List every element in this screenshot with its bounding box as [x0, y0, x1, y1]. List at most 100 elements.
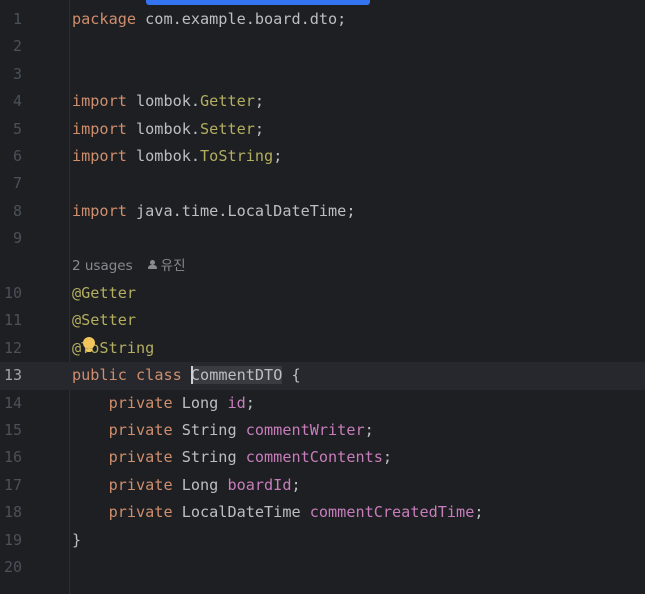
- code-token: private: [108, 448, 173, 467]
- line-number: 3: [12, 64, 22, 83]
- code-token: class: [136, 366, 182, 385]
- code-line[interactable]: 7: [0, 170, 645, 197]
- code-text[interactable]: package com.example.board.dto;: [72, 6, 346, 33]
- line-number: 12: [3, 338, 22, 357]
- code-text[interactable]: import lombok.Getter;: [72, 88, 264, 115]
- code-token: lombok.: [126, 119, 201, 138]
- code-line[interactable]: 14 private Long id;: [0, 390, 645, 417]
- line-number: 9: [12, 229, 22, 248]
- code-token: ;: [254, 92, 265, 111]
- code-token: ToString: [200, 147, 274, 165]
- code-line[interactable]: 6 import lombok.ToString;: [0, 143, 645, 170]
- code-text[interactable]: import java.time.LocalDateTime;: [72, 198, 355, 225]
- code-token: import: [72, 147, 127, 165]
- code-text[interactable]: import lombok.ToString;: [72, 143, 282, 170]
- code-line[interactable]: 2: [0, 33, 645, 60]
- code-token: @Getter: [72, 284, 137, 302]
- author-name[interactable]: 유진: [161, 258, 186, 274]
- code-token: ;: [273, 147, 283, 165]
- horizontal-scrollbar-thumb[interactable]: [146, 0, 370, 5]
- line-number: 8: [12, 201, 22, 220]
- inlay-hint-row[interactable]: 2 usages 유진: [0, 253, 645, 280]
- text-caret: [190, 365, 193, 384]
- line-number: 17: [3, 475, 22, 494]
- code-token: id: [227, 393, 246, 412]
- lightbulb-icon[interactable]: [83, 337, 95, 355]
- line-number: 1: [12, 10, 22, 28]
- code-token: import: [72, 92, 127, 111]
- code-line[interactable]: 5 import lombok.Setter;: [0, 116, 645, 143]
- code-text[interactable]: @Getter: [72, 280, 136, 307]
- code-token: Long: [172, 393, 228, 412]
- line-number: 18: [3, 503, 22, 522]
- code-token: String: [172, 421, 246, 439]
- code-token: LocalDateTime: [172, 503, 310, 522]
- code-text[interactable]: private Long id;: [72, 390, 255, 417]
- code-line[interactable]: 10 @Getter: [0, 280, 645, 307]
- code-token: java.time.LocalDateTime;: [126, 201, 356, 220]
- usages-hint[interactable]: 2 usages 유진: [72, 253, 186, 280]
- code-token: package: [72, 10, 137, 28]
- code-token: private: [108, 503, 173, 522]
- user-icon: [147, 259, 157, 270]
- code-text[interactable]: import lombok.Setter;: [72, 116, 264, 143]
- code-text[interactable]: private String commentContents;: [72, 444, 392, 471]
- code-token: ;: [364, 421, 374, 439]
- code-line[interactable]: 20: [0, 554, 645, 581]
- code-token: @Setter: [72, 311, 137, 330]
- line-number: 16: [3, 448, 22, 467]
- code-text[interactable]: public class CommentDTO {: [72, 362, 301, 389]
- code-token: Long: [172, 475, 228, 494]
- code-token: ;: [474, 503, 484, 522]
- code-editor[interactable]: 1 package com.example.board.dto; 2 3 4 import…: [0, 0, 645, 594]
- code-line[interactable]: 15 private String commentWriter;: [0, 417, 645, 444]
- code-token: import: [72, 201, 127, 220]
- code-line[interactable]: 12 @ToString: [0, 335, 645, 362]
- code-text[interactable]: private String commentWriter;: [72, 417, 374, 444]
- code-line[interactable]: 9: [0, 225, 645, 252]
- line-number: 5: [12, 119, 22, 138]
- code-token: {: [282, 366, 301, 385]
- code-token: String: [172, 448, 246, 467]
- code-line[interactable]: 17 private Long boardId;: [0, 472, 645, 499]
- code-token: private: [108, 393, 173, 412]
- code-line[interactable]: 8 import java.time.LocalDateTime;: [0, 198, 645, 225]
- line-number: 20: [3, 558, 22, 576]
- code-text[interactable]: private Long boardId;: [72, 472, 301, 499]
- code-token: boardId: [227, 475, 292, 494]
- code-token: ;: [245, 393, 255, 412]
- code-line[interactable]: 19}: [0, 527, 645, 554]
- code-line[interactable]: 13 public class CommentDTO {: [0, 362, 645, 390]
- code-line[interactable]: 4 import lombok.Getter;: [0, 88, 645, 115]
- code-token: com.example.board.dto;: [136, 10, 347, 28]
- line-number: 15: [3, 421, 22, 439]
- line-number: 10: [3, 284, 22, 302]
- line-number: 6: [12, 147, 22, 165]
- code-token: public: [72, 366, 127, 385]
- code-text[interactable]: @Setter: [72, 307, 136, 334]
- code-token: CommentDTO: [190, 366, 283, 385]
- line-number: 14: [3, 393, 22, 412]
- code-line[interactable]: 16 private String commentContents;: [0, 444, 645, 471]
- code-token: ;: [254, 119, 265, 138]
- code-text[interactable]: private LocalDateTime commentCreatedTime…: [72, 499, 484, 526]
- line-number: 7: [12, 174, 22, 193]
- code-token: private: [108, 475, 173, 494]
- usages-count[interactable]: 2 usages: [72, 258, 133, 274]
- code-line[interactable]: 3: [0, 61, 645, 88]
- code-token: ;: [291, 475, 301, 494]
- line-number: 11: [3, 311, 22, 330]
- code-token: commentWriter: [245, 421, 365, 439]
- code-token: lombok.: [126, 147, 201, 165]
- code-line[interactable]: 18 private LocalDateTime commentCreatedT…: [0, 499, 645, 526]
- code-token: private: [108, 421, 173, 439]
- code-token: ;: [382, 448, 393, 467]
- code-line[interactable]: 11 @Setter: [0, 307, 645, 334]
- code-text[interactable]: }: [72, 527, 81, 554]
- code-line[interactable]: 1 package com.example.board.dto;: [0, 6, 645, 33]
